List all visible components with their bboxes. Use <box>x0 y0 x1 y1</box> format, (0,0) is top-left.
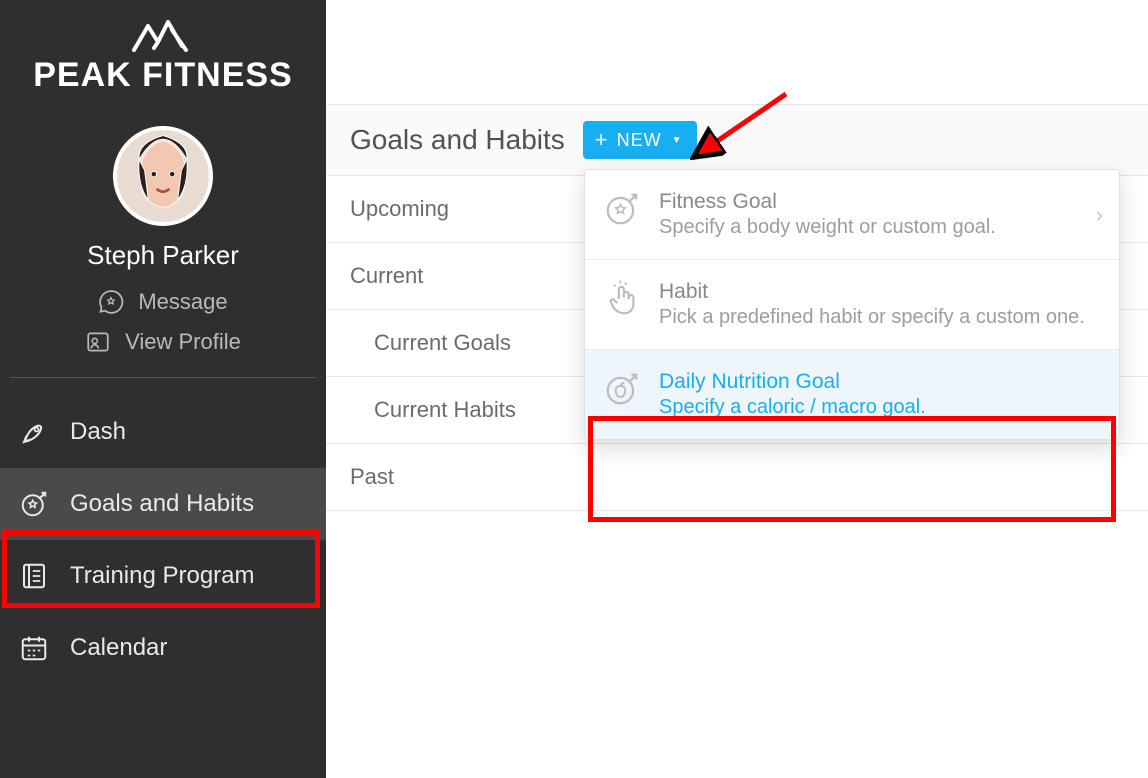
training-book-icon <box>18 560 50 592</box>
new-button-label: NEW <box>617 130 662 151</box>
mountain-icon <box>0 18 326 54</box>
top-spacer <box>326 0 1148 105</box>
calendar-icon <box>18 632 50 664</box>
menu-item-desc: Specify a body weight or custom goal. <box>659 216 1101 239</box>
sidebar: PEAK FITNESS Steph Parker Message View P… <box>0 0 326 778</box>
new-dropdown-menu: Fitness Goal Specify a body weight or cu… <box>584 169 1120 440</box>
chevron-down-icon: ▼ <box>672 135 683 146</box>
view-profile-link[interactable]: View Profile <box>85 329 241 355</box>
menu-item-text: Fitness Goal Specify a body weight or cu… <box>659 190 1101 239</box>
panel-title: Goals and Habits <box>350 124 565 156</box>
nav-calendar[interactable]: Calendar <box>0 612 326 684</box>
menu-item-title: Habit <box>659 280 1101 304</box>
user-actions: Message View Profile <box>10 289 316 378</box>
nutrition-goal-icon <box>603 370 641 408</box>
panel-header: Goals and Habits + NEW ▼ <box>326 105 1148 176</box>
nav-dash-label: Dash <box>70 418 126 446</box>
sidebar-nav: Dash Goals and Habits Training Program C… <box>0 396 326 684</box>
brand-logo: PEAK FITNESS <box>0 10 326 108</box>
menu-item-desc: Pick a predefined habit or specify a cus… <box>659 306 1101 329</box>
nav-goals-and-habits[interactable]: Goals and Habits <box>0 468 326 540</box>
menu-item-daily-nutrition-goal[interactable]: Daily Nutrition Goal Specify a caloric /… <box>585 350 1119 439</box>
menu-item-text: Habit Pick a predefined habit or specify… <box>659 280 1101 329</box>
nav-calendar-label: Calendar <box>70 634 167 662</box>
menu-item-fitness-goal[interactable]: Fitness Goal Specify a body weight or cu… <box>585 170 1119 260</box>
rocket-icon <box>18 416 50 448</box>
nav-training-label: Training Program <box>70 562 255 590</box>
user-name: Steph Parker <box>0 240 326 271</box>
brand-name: PEAK FITNESS <box>0 58 326 92</box>
menu-item-title: Fitness Goal <box>659 190 1101 214</box>
menu-item-title: Daily Nutrition Goal <box>659 370 1101 394</box>
nav-goals-label: Goals and Habits <box>70 490 254 518</box>
chat-star-icon <box>98 289 124 315</box>
new-button[interactable]: + NEW ▼ <box>583 121 697 159</box>
message-link[interactable]: Message <box>98 289 227 315</box>
goal-star-icon <box>18 488 50 520</box>
avatar[interactable] <box>113 126 213 226</box>
profile-card-icon <box>85 329 111 355</box>
chevron-right-icon: › <box>1096 202 1103 228</box>
nav-dash[interactable]: Dash <box>0 396 326 468</box>
message-label: Message <box>138 289 227 315</box>
view-profile-label: View Profile <box>125 329 241 355</box>
section-past[interactable]: Past <box>326 444 1148 511</box>
tap-hand-icon <box>603 280 641 318</box>
menu-item-habit[interactable]: Habit Pick a predefined habit or specify… <box>585 260 1119 350</box>
goal-star-icon <box>603 190 641 228</box>
menu-item-text: Daily Nutrition Goal Specify a caloric /… <box>659 370 1101 419</box>
plus-icon: + <box>595 129 609 151</box>
menu-item-desc: Specify a caloric / macro goal. <box>659 396 1101 419</box>
nav-training-program[interactable]: Training Program <box>0 540 326 612</box>
